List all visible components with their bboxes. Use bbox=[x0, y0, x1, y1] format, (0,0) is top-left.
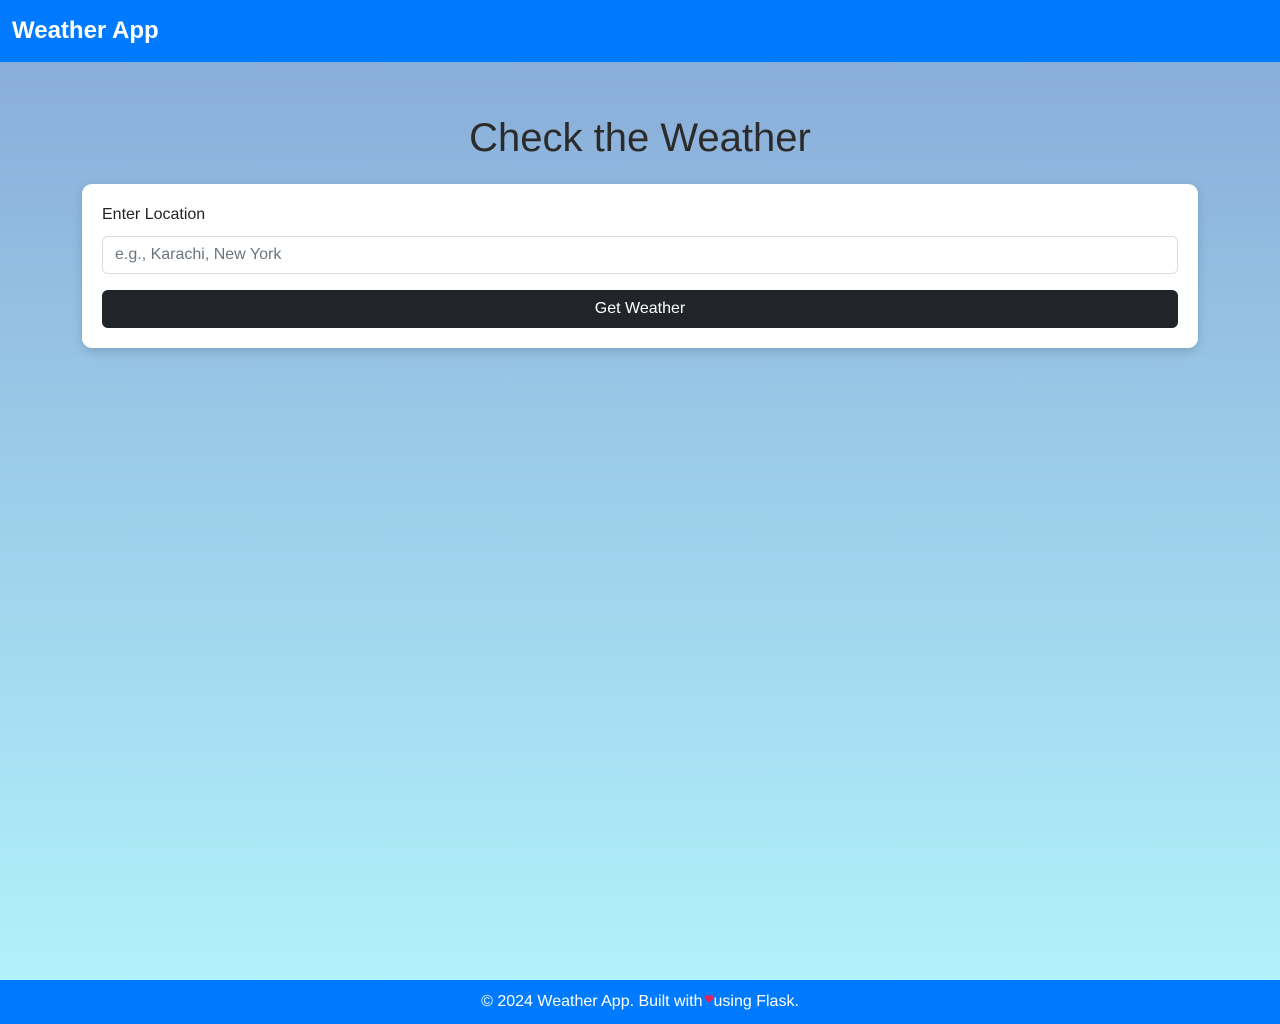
brand-link[interactable]: Weather App bbox=[12, 17, 159, 45]
weather-form-card: Enter Location Get Weather bbox=[82, 184, 1198, 348]
footer-text-before: © 2024 Weather App. Built with bbox=[481, 993, 703, 1010]
main-content: Check the Weather Enter Location Get Wea… bbox=[0, 62, 1280, 348]
page-title: Check the Weather bbox=[469, 116, 811, 160]
footer: © 2024 Weather App. Built with using Fla… bbox=[0, 980, 1280, 1024]
get-weather-button[interactable]: Get Weather bbox=[102, 290, 1178, 328]
location-label: Enter Location bbox=[102, 206, 206, 223]
navbar: Weather App bbox=[0, 0, 1280, 62]
footer-text-after: using Flask. bbox=[713, 993, 799, 1010]
location-input[interactable] bbox=[102, 236, 1178, 274]
heart-icon bbox=[704, 991, 714, 1003]
